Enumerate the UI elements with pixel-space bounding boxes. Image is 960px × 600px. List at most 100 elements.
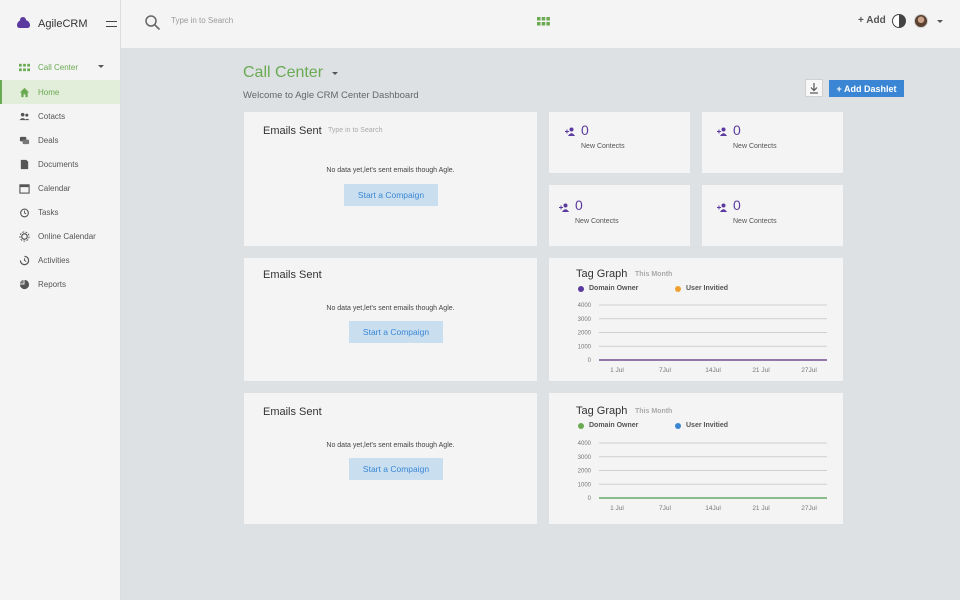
add-contact-icon [559, 203, 569, 212]
download-button[interactable] [805, 79, 823, 97]
sidebar-nav: Call Center Home Cotacts Deals Documents… [0, 54, 120, 296]
download-icon [810, 82, 818, 94]
add-contact-icon [565, 127, 575, 136]
brand-name: AgileCRM [38, 18, 88, 30]
y-tick-label: 1000 [578, 482, 592, 488]
sidebar-item-label: Activities [38, 255, 70, 265]
x-tick-label: 21 Jul [752, 367, 770, 374]
avatar[interactable] [914, 14, 928, 28]
apps-grid-icon[interactable] [537, 17, 550, 26]
page-subtitle: Welcome to Agle CRM Center Dashboard [243, 90, 419, 101]
sidebar-item-tasks[interactable]: Tasks [0, 200, 120, 224]
y-tick-label: 2000 [578, 469, 592, 475]
stat-label: New Contects [575, 218, 619, 225]
x-tick-label: 1 Jul [610, 367, 624, 374]
card-title: Emails Sent [263, 269, 322, 281]
brand: AgileCRM [0, 0, 120, 48]
theme-toggle-icon[interactable] [892, 14, 906, 28]
add-dashlet-button[interactable]: + Add Dashlet [829, 80, 904, 97]
empty-message: No data yet,let's sent emails though Agl… [326, 167, 455, 174]
sidebar-item-activities[interactable]: Activities [0, 248, 120, 272]
topbar: + Add [121, 0, 960, 48]
search-input[interactable] [171, 16, 321, 25]
new-contacts-stat: 0 New Contects [702, 185, 843, 246]
x-tick-label: 14Jul [705, 505, 721, 512]
x-tick-label: 7Jul [659, 367, 671, 374]
x-tick-label: 21 Jul [752, 505, 770, 512]
search-icon[interactable] [144, 14, 162, 32]
empty-message: No data yet,let's sent emails though Agl… [326, 305, 455, 312]
start-compaign-button[interactable]: Start a Compaign [349, 458, 443, 480]
grid-icon [17, 61, 31, 73]
sidebar-item-deals[interactable]: Deals [0, 128, 120, 152]
chevron-down-icon[interactable] [937, 20, 943, 23]
page-title: Call Center [243, 64, 324, 81]
stat-value: 0 [575, 197, 583, 213]
x-tick-label: 7Jul [659, 505, 671, 512]
tasks-icon [17, 206, 31, 218]
online-calendar-icon [17, 230, 31, 242]
tag-graph-card: Tag Graph This Month Domain Owner User I… [549, 258, 843, 381]
sidebar-item-reports[interactable]: Reports [0, 272, 120, 296]
y-tick-label: 4000 [578, 303, 592, 309]
reports-icon [17, 278, 31, 290]
y-tick-label: 3000 [578, 455, 592, 461]
add-button[interactable]: + Add [858, 15, 886, 26]
sidebar-item-label: Documents [38, 159, 79, 169]
card-title: Emails Sent [263, 406, 322, 418]
y-tick-label: 4000 [578, 441, 592, 447]
deals-icon [17, 134, 31, 146]
emails-sent-card: Emails Sent No data yet,let's sent email… [244, 258, 537, 381]
sidebar-item-documents[interactable]: Documents [0, 152, 120, 176]
stat-label: New Contects [733, 143, 777, 150]
sidebar-item-label: Calendar [38, 183, 71, 193]
sidebar-item-online-calendar[interactable]: Online Calendar [0, 224, 120, 248]
sidebar-item-label: Online Calendar [38, 231, 96, 241]
sidebar: AgileCRM Call Center Home Cotacts Deals … [0, 0, 121, 600]
x-tick-label: 27Jul [801, 505, 817, 512]
sidebar-item-contacts[interactable]: Cotacts [0, 104, 120, 128]
line-chart: 4000 3000 2000 1000 0 1 Jul 7Jul 14Jul 21 Jul 27J… [578, 303, 827, 374]
add-contact-icon [717, 203, 727, 212]
sidebar-item-label: Tasks [38, 207, 59, 217]
documents-icon [17, 158, 31, 170]
sidebar-section-call-center[interactable]: Call Center [0, 54, 120, 80]
stat-label: New Contects [733, 218, 777, 225]
empty-message: No data yet,let's sent emails though Agl… [326, 442, 455, 449]
y-tick-label: 0 [588, 496, 592, 502]
chevron-down-icon[interactable] [332, 72, 338, 75]
x-tick-label: 14Jul [705, 367, 721, 374]
activities-icon [17, 254, 31, 266]
y-tick-label: 1000 [578, 344, 592, 350]
sidebar-item-home[interactable]: Home [0, 80, 120, 104]
y-tick-label: 3000 [578, 317, 592, 323]
y-tick-label: 2000 [578, 331, 592, 337]
new-contacts-stat: 0 New Contects [702, 112, 843, 173]
stat-label: New Contects [581, 143, 625, 150]
card-search-hint[interactable]: Type in to Search [328, 127, 382, 134]
emails-sent-card: Emails Sent No data yet,let's sent email… [244, 393, 537, 524]
hamburger-menu-icon[interactable] [105, 21, 117, 27]
sidebar-item-calendar[interactable]: Calendar [0, 176, 120, 200]
cloud-logo-icon [17, 17, 30, 28]
home-icon [17, 86, 31, 98]
new-contacts-stat: 0 New Contects [549, 185, 690, 246]
contacts-icon [17, 110, 31, 122]
tag-graph-card: Tag Graph This Month Domain Owner User I… [549, 393, 843, 524]
sidebar-section-label: Call Center [38, 62, 79, 72]
sidebar-item-label: Deals [38, 135, 59, 145]
y-tick-label: 0 [588, 358, 592, 364]
stat-value: 0 [581, 122, 589, 138]
chevron-down-icon [98, 65, 104, 68]
sidebar-item-label: Home [38, 87, 60, 97]
stat-value: 0 [733, 197, 741, 213]
start-compaign-button[interactable]: Start a Compaign [349, 321, 443, 343]
start-compaign-button[interactable]: Start a Compaign [344, 184, 438, 206]
card-title: Emails Sent [263, 125, 322, 137]
x-tick-label: 27Jul [801, 367, 817, 374]
line-chart: 4000 3000 2000 1000 0 1 Jul 7Jul 14Jul 21 Jul 27J… [578, 441, 827, 512]
new-contacts-stat: 0 New Contects [549, 112, 690, 173]
add-contact-icon [717, 127, 727, 136]
emails-sent-card: Emails Sent Type in to Search No data ye… [244, 112, 537, 246]
sidebar-item-label: Reports [38, 279, 67, 289]
